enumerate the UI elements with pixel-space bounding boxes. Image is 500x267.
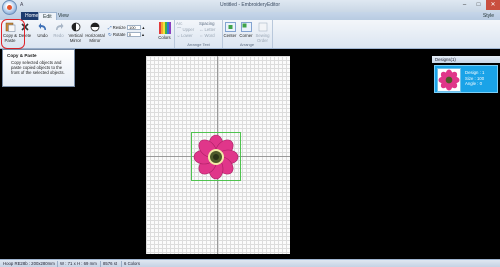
title-bar: A Untitled - EmbroideryEditor – □ ✕ [0,0,500,12]
design-angle: Angle : 0 [465,81,482,86]
status-divider [57,261,58,267]
center-button[interactable]: Center [223,22,237,38]
letter-spacing-icon: ↔ [199,27,204,32]
colors-palette-icon [158,22,171,34]
resize-icon: ⤢ [108,25,112,30]
arrange-text-group-label: Arrange Text [187,42,210,47]
group-divider [272,20,273,48]
stitch-count-status: 8576 st [103,261,118,266]
minimize-button[interactable]: – [458,0,471,10]
resize-spin-icon[interactable]: ▴ [142,25,144,30]
copy-paste-highlight-ring [1,19,25,49]
sewing-order-icon [258,22,267,32]
color-count-status: 6 Colors [124,261,141,266]
flower-design[interactable] [193,134,239,180]
resize-input[interactable]: 100 [126,25,141,31]
vertical-mirror-icon [71,22,80,32]
designs-panel-title: Designs(1) [432,56,500,63]
center-label: Center [223,33,237,38]
dimensions-status: W : 71 x H : 69 mm [60,261,97,266]
rotate-spin-icon[interactable]: ▴ [142,32,144,37]
ribbon-tab-strip: Home Edit View Style [0,12,500,20]
vertical-mirror-label: Vertical Mirror [68,33,83,43]
arrange-group-label: Arrange [239,42,255,47]
word-spacing-label: Word [204,33,215,38]
arc-lower-button[interactable]: ⌣ Lower [177,33,193,38]
spacing-label: Spacing [199,21,215,26]
hoop-status: Hoop RE28b : 200x280mm [3,261,55,266]
design-number: Design : 1 [465,70,485,75]
style-menu[interactable]: Style [483,12,494,20]
arc-upper-label: Upper [182,27,195,32]
redo-button[interactable]: Redo [51,22,66,38]
flower-thumbnail-icon [438,69,460,91]
arc-lower-label: Lower [181,33,193,38]
ribbon: Copy & Paste Delete Undo Redo Vertical M… [0,20,500,49]
rotate-icon: ↻ [108,32,112,37]
vertical-mirror-button[interactable]: Vertical Mirror [67,22,84,43]
word-spacing-button[interactable]: ⇔ Word [199,33,215,38]
sewing-order-button[interactable]: Sewing Order [255,22,270,43]
undo-label: Undo [37,33,48,38]
status-divider [100,261,101,267]
embroidery-editor-window: A Untitled - EmbroideryEditor – □ ✕ Home… [0,0,500,267]
horizontal-mirror-button[interactable]: Horizontal Mirror [85,22,105,43]
status-bar: Hoop RE28b : 200x280mm W : 71 x H : 69 m… [0,259,500,267]
horizontal-mirror-icon [90,22,100,32]
maximize-button[interactable]: □ [472,0,485,10]
horizontal-mirror-label: Horizontal Mirror [85,33,105,43]
status-divider [121,261,122,267]
corner-align-icon [240,22,252,32]
tooltip-title: Copy & Paste [7,53,37,58]
copy-paste-tooltip: Copy & Paste Copy selected objects and p… [2,49,75,87]
center-align-icon [224,22,236,32]
tab-view[interactable]: View [54,12,73,20]
corner-button[interactable]: Corner [238,22,254,38]
window-title: Untitled - EmbroideryEditor [219,2,281,8]
application-menu-button[interactable] [2,0,17,15]
redo-label: Redo [53,33,64,38]
redo-icon [55,23,63,30]
resize-label: Resize [112,25,126,30]
rotate-control: ↻ Rotate 0 ▴ [108,32,144,38]
group-divider [174,20,175,48]
arc-upper-button[interactable]: ⌒ Upper [177,27,194,32]
resize-control: ⤢ Resize 100 ▴ [108,25,144,31]
rotate-label: Rotate [112,32,126,37]
arc-lower-icon: ⌣ [177,33,180,38]
colors-button[interactable]: Colors [156,22,173,40]
design-canvas[interactable] [146,56,290,254]
design-thumbnail [437,68,461,92]
arc-upper-icon: ⌒ [177,27,182,32]
designs-panel: Designs(1) Design: 1 Size: 100 Angle:… [432,56,500,254]
word-spacing-icon: ⇔ [199,33,204,38]
arc-label: Arc [176,21,183,26]
tooltip-body: Copy selected objects and paste copied o… [11,60,65,75]
design-selection-box[interactable] [191,132,241,181]
design-info: Design : 1 Size : 100 Angle : 0 [465,70,484,87]
undo-button[interactable]: Undo [35,22,50,38]
letter-spacing-label: Letter [204,27,216,32]
undo-icon [38,23,46,30]
corner-label: Corner [239,33,253,38]
close-button[interactable]: ✕ [486,0,500,10]
rotate-input[interactable]: 0 [126,32,141,38]
design-list-item[interactable]: Design : 1 Size : 100 Angle : 0 [434,65,498,93]
colors-label: Colors [158,35,171,40]
letter-spacing-button[interactable]: ↔ Letter [199,27,216,32]
